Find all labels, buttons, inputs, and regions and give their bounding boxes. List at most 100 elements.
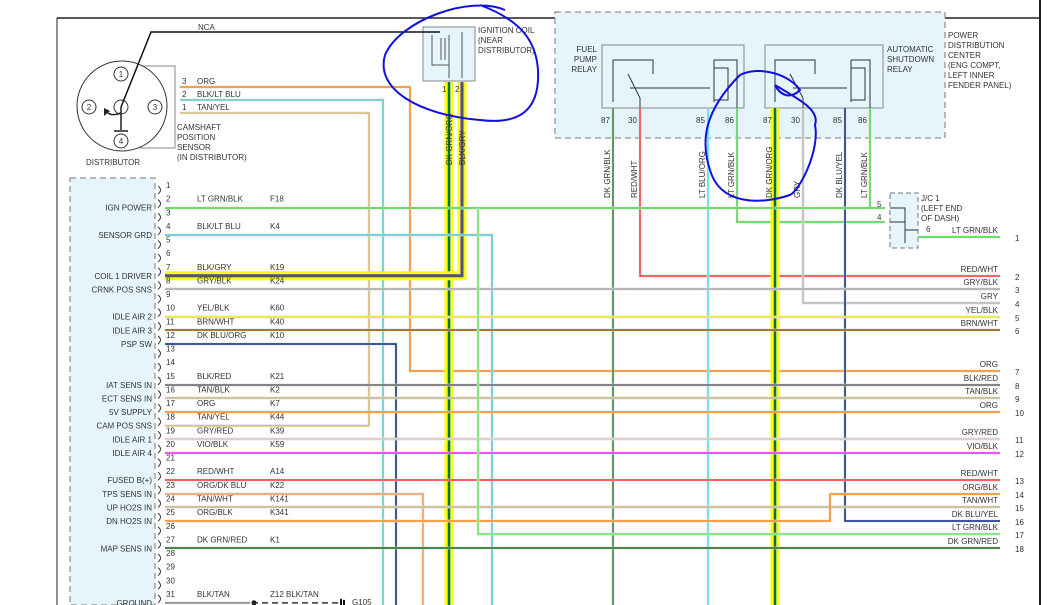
right-wire-label: BRN/WHT xyxy=(961,319,998,328)
pcm-wire-label: BLK/TAN xyxy=(197,590,230,599)
fuel-pump-relay-terminal-number: 86 xyxy=(725,116,734,125)
pcm-pin-function: 5V SUPPLY xyxy=(109,408,153,417)
camshaft-wire-label: ORG xyxy=(197,77,215,86)
pcm-pin-function: TPS SENS IN xyxy=(102,490,152,499)
pcm-circuit-label: K24 xyxy=(270,276,285,285)
asd-relay-terminal-number: 30 xyxy=(791,116,800,125)
fuel-pump-relay-terminal-wire-label: LT GRN/BLK xyxy=(727,151,736,198)
fuel-pump-relay-label: FUEL xyxy=(577,45,598,54)
right-connector-number: 1 xyxy=(1015,234,1020,243)
pcm-circuit-label: K141 xyxy=(270,494,289,503)
pcm-circuit-label: K39 xyxy=(270,426,285,435)
ground-icon xyxy=(340,598,345,605)
pcm-pin-function: IAT SENS IN xyxy=(106,381,152,390)
pcm-pin-connector-icon xyxy=(157,294,161,304)
pcm-pin-number: 19 xyxy=(166,426,175,435)
pcm-pin-connector-icon xyxy=(157,553,161,563)
pcm-wire-label: BRN/WHT xyxy=(197,317,234,326)
asd-relay-terminal-number: 86 xyxy=(858,116,867,125)
pcm-pin-connector-icon xyxy=(157,580,161,590)
pcm-pin-number: 15 xyxy=(166,372,175,381)
fuel-pump-relay-terminal-wire-label: RED/WHT xyxy=(630,161,639,198)
camshaft-wire-label: TAN/YEL xyxy=(197,103,230,112)
junction-out-wire-label: LT GRN/BLK xyxy=(952,226,999,235)
right-wire-label: GRY/RED xyxy=(962,428,999,437)
pcm-wire-label: VIO/BLK xyxy=(197,440,229,449)
right-wire-label: GRY/BLK xyxy=(963,278,998,287)
fuel-pump-relay-label: PUMP xyxy=(574,55,597,64)
right-connector-number: 2 xyxy=(1015,273,1020,282)
pdc-label: (ENG COMPT, xyxy=(948,61,1000,70)
junction-label: OF DASH) xyxy=(921,214,960,223)
pcm-circuit-label: K60 xyxy=(270,304,285,313)
pcm-pin-connector-icon xyxy=(157,349,161,358)
pcm-wire-label: DK GRN/RED xyxy=(197,535,247,544)
pcm-pin-number: 25 xyxy=(166,508,175,517)
camshaft-sensor-label: SENSOR xyxy=(177,143,211,152)
pcm-pin-connector-icon xyxy=(157,390,161,399)
pcm-pin-connector-icon xyxy=(157,335,161,345)
ground-label: G105 xyxy=(352,598,372,605)
pcm-pin-number: 6 xyxy=(166,249,171,258)
camshaft-wire-label: BLK/LT BLU xyxy=(197,90,241,99)
cam-blk-lt-blu-wire xyxy=(180,99,384,605)
pcm-pin-number: 14 xyxy=(166,358,175,367)
right-connector-number: 13 xyxy=(1015,477,1024,486)
pcm-pin-connector-icon xyxy=(157,240,161,249)
pcm-pin-function: IDLE AIR 3 xyxy=(112,326,152,335)
junction-box xyxy=(889,192,919,249)
pcm-wire-label: GRY/RED xyxy=(197,426,234,435)
pcm-pin-number: 20 xyxy=(166,440,175,449)
right-connector-number: 3 xyxy=(1015,286,1020,295)
right-connector-number: 16 xyxy=(1015,518,1024,527)
pcm-pin-connector-icon xyxy=(157,281,161,290)
pcm-pin-number: 5 xyxy=(166,236,171,245)
pdc-label: CENTER xyxy=(948,51,981,60)
pcm-pin-number: 13 xyxy=(166,345,175,354)
cam-blk-lt-blu-wire-casing xyxy=(180,98,385,605)
pcm-pin-function: IDLE AIR 4 xyxy=(112,449,152,458)
pcm-pin-function: CRNK POS SNS xyxy=(92,285,152,294)
coil-wire-label: BLK/GRY xyxy=(458,130,467,165)
right-wire-label: RED/WHT xyxy=(961,265,998,274)
pcm-pin-number: 8 xyxy=(166,276,171,285)
asd-relay-terminal-number: 85 xyxy=(833,116,842,125)
coil-pin-number: 2 xyxy=(455,85,460,94)
pcm-pin-function: IDLE AIR 2 xyxy=(112,313,152,322)
pcm-pin-connector-icon xyxy=(157,485,161,495)
pcm-pin-function: DN HO2S IN xyxy=(106,517,152,526)
pcm-circuit-label: K2 xyxy=(270,385,280,394)
right-connector-number: 5 xyxy=(1015,314,1020,323)
pdc-label: POWER xyxy=(948,31,978,40)
pcm-pin-connector-icon xyxy=(157,471,161,481)
pcm-pin-connector-icon xyxy=(157,185,161,195)
pcm-pin-number: 1 xyxy=(166,181,171,190)
distributor-terminal-label: 2 xyxy=(87,103,92,112)
pcm-circuit-label: K59 xyxy=(270,440,285,449)
pcm-pin-number: 21 xyxy=(166,454,175,463)
junction-pin-number: 5 xyxy=(877,200,882,209)
pcm-circuit-label: K40 xyxy=(270,317,285,326)
right-connector-number: 9 xyxy=(1015,395,1020,404)
pcm-pin-number: 3 xyxy=(166,208,171,217)
pcm-pin-function: UP HO2S IN xyxy=(107,503,152,512)
right-wire-label: ORG/BLK xyxy=(962,483,998,492)
pcm-pin-connector-icon xyxy=(157,567,161,577)
pcm-pin-function: CAM POS SNS xyxy=(96,422,152,431)
pcm-pin-function: FUSED B(+) xyxy=(107,476,152,485)
pcm-circuit-label: K19 xyxy=(270,263,285,272)
right-wire-label: DK BLU/YEL xyxy=(952,510,999,519)
fuel-pump-relay-terminal-number: 30 xyxy=(628,116,637,125)
pcm-pin-function: PSP SW xyxy=(121,340,152,349)
pcm-circuit-label: K1 xyxy=(270,535,280,544)
right-connector-number: 10 xyxy=(1015,409,1024,418)
asd-relay-terminal-wire-label: DK GRN/ORG xyxy=(765,146,774,198)
right-connector-number: 7 xyxy=(1015,368,1020,377)
right-wire-label: GRY xyxy=(981,292,999,301)
distributor-terminal-label: 1 xyxy=(119,70,124,79)
pcm-pin-connector-icon xyxy=(157,226,161,236)
asd-relay-label: SHUTDOWN xyxy=(887,55,934,64)
junction-pin-number: 4 xyxy=(877,213,882,222)
right-connector-number: 14 xyxy=(1015,491,1024,500)
pcm-wire-label: RED/WHT xyxy=(197,467,234,476)
